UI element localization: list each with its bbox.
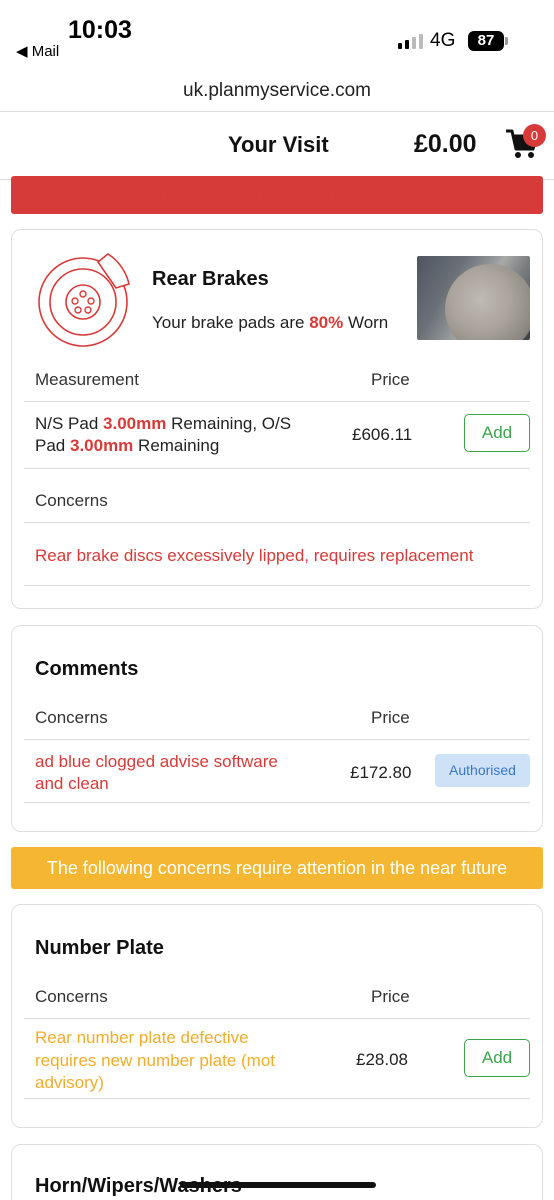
network-label: 4G [430,30,456,51]
battery-level: 87 [477,32,495,49]
comments-title: Comments [35,658,139,680]
rear-brakes-title: Rear Brakes [152,268,269,290]
battery-tip [505,37,508,45]
authorised-badge: Authorised [435,754,530,787]
brake-price: £606.11 [352,425,413,444]
rear-brakes-card: Rear Brakes Your brake pads are 80% Worn… [11,229,543,609]
comments-card: Comments Concerns Price ad blue clogged … [11,625,543,832]
price-header: Price [371,708,410,727]
url-bar[interactable]: uk.planmyservice.com [0,80,554,102]
add-number-plate-button[interactable]: Add [464,1039,530,1077]
brake-concern-text: Rear brake discs excessively lipped, req… [35,546,474,565]
divider [24,1018,530,1019]
price-header: Price [371,370,410,389]
brake-wear-summary: Your brake pads are 80% Worn [152,313,389,332]
concerns-header: Concerns [35,708,108,727]
divider [24,401,530,402]
horn-wipers-card: Horn/Wipers/Washers [11,1144,543,1200]
near-future-banner: The following concerns require attention… [11,847,543,889]
number-plate-concern-text: Rear number plate defective requires new… [35,1028,276,1092]
comment-concern-text: ad blue clogged advise software and clea… [35,752,278,793]
back-app-label: Mail [31,43,60,60]
cart-count-badge: 0 [523,124,546,147]
number-plate-title: Number Plate [35,937,164,959]
concerns-header: Concerns [35,491,108,510]
concerns-header: Concerns [35,987,108,1006]
brake-photo[interactable] [417,256,530,340]
wear-percent: 80% [309,313,344,332]
immediate-attention-banner: The following concerns require immediate… [11,176,543,214]
basket-total: £0.00 [414,130,477,158]
divider [24,802,530,803]
comment-price: £172.80 [350,763,412,782]
add-rear-brakes-button[interactable]: Add [464,414,530,452]
page-title: Your Visit [228,132,329,157]
number-plate-card: Number Plate Concerns Price Rear number … [11,904,543,1128]
price-header: Price [371,987,410,1006]
divider [24,468,530,469]
divider [24,739,530,740]
status-time: 10:03 [68,16,132,44]
status-bar: 10:03 ◀ Mail 4G 87 [0,0,554,72]
signal-icon [398,33,423,49]
home-indicator[interactable] [180,1182,376,1188]
divider [24,585,530,586]
back-arrow-icon: ◀ [16,43,28,60]
back-to-app-link[interactable]: ◀ Mail [16,42,59,60]
divider [24,1098,530,1099]
number-plate-price: £28.08 [356,1050,408,1069]
app-header: Your Visit £0.00 [0,112,554,180]
brake-disc-icon [38,253,130,347]
battery-icon: 87 [468,31,504,51]
measurement-value: N/S Pad 3.00mm Remaining, O/S Pad 3.00mm… [35,414,292,455]
divider [24,522,530,523]
measurement-header: Measurement [35,370,139,389]
